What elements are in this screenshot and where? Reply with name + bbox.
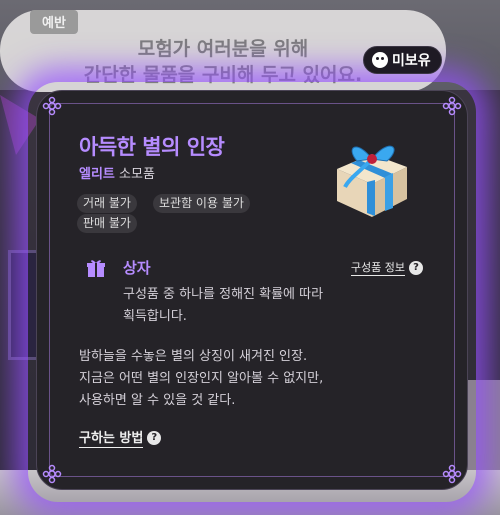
component-info-label: 구성품 정보 [350, 261, 405, 276]
section-description: 구성품 중 하나를 정해진 확률에 따라 획득합니다. [123, 284, 383, 328]
npc-name: 예반 [30, 10, 78, 34]
flavor-line: 지금은 어떤 별의 인장인지 알아볼 수 없지만, [79, 371, 324, 386]
tag-badge: 판매 불가 [77, 214, 137, 233]
flavor-text: 밤하늘을 수놓은 별의 상징이 새겨진 인장. 지금은 어떤 별의 인장인지 알… [79, 346, 439, 412]
ownership-status-label: 미보유 [392, 53, 431, 69]
tag-badge: 보관함 이용 불가 [153, 194, 250, 213]
item-title: 아득한 별의 인장 [79, 135, 225, 159]
how-to-obtain-label: 구하는 방법 [79, 427, 144, 448]
section-title: 상자 [123, 259, 151, 277]
item-grade-line: 엘리트 소모품 [79, 163, 155, 182]
help-icon[interactable]: ? [147, 430, 162, 445]
gift-box-image [327, 129, 417, 219]
gift-box-icon [85, 257, 107, 279]
description-line: 구성품 중 하나를 정해진 확률에 따라 [123, 287, 324, 302]
ownership-status-badge: 미보유 [363, 46, 442, 74]
tag-badge: 거래 불가 [77, 194, 137, 213]
description-line: 획득합니다. [123, 309, 187, 324]
how-to-obtain-link[interactable]: 구하는 방법 ? [79, 427, 162, 448]
corner-ornament-icon [441, 463, 463, 485]
flavor-line: 사용하면 알 수 있을 것 같다. [79, 393, 236, 408]
corner-ornament-icon [441, 95, 463, 117]
item-grade: 엘리트 [79, 167, 115, 182]
item-type: 소모품 [119, 167, 155, 182]
corner-ornament-icon [41, 463, 63, 485]
item-tooltip-card: 아득한 별의 인장 엘리트 소모품 거래 불가 보관함 이용 불가 판매 불가 … [36, 90, 468, 490]
corner-ornament-icon [41, 95, 63, 117]
flavor-line: 밤하늘을 수놓은 별의 상징이 새겨진 인장. [79, 349, 308, 364]
help-icon[interactable]: ? [409, 260, 423, 275]
face-icon [372, 52, 388, 68]
component-info-link[interactable]: 구성품 정보 ? [350, 259, 423, 276]
